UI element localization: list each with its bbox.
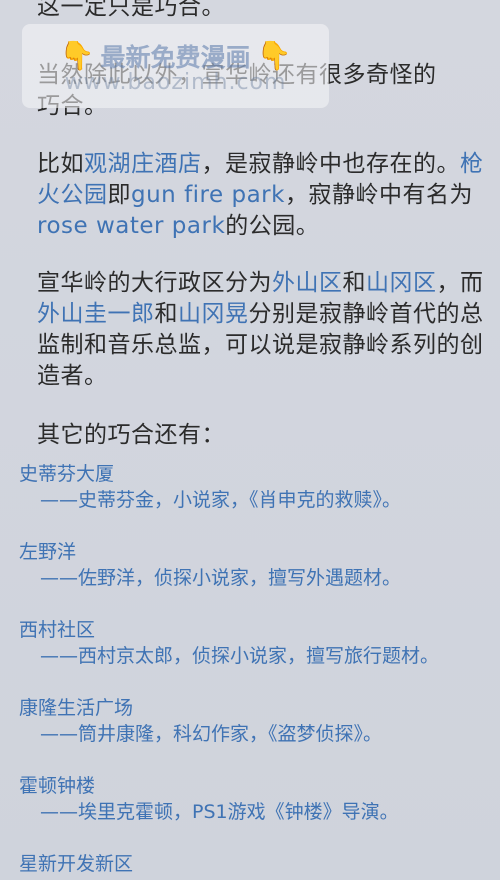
item-desc: ——佐野洋，侦探小说家，擅写外遇题材。 xyxy=(40,567,402,589)
link-yamaoka-akira: 山冈晃 xyxy=(178,301,249,327)
text-span: ，是寂静岭中也存在的。 xyxy=(201,151,460,177)
item-desc: ——筒井康隆，科幻作家，《盗梦侦探》。 xyxy=(40,723,383,745)
item-title: 左野洋 xyxy=(19,541,77,563)
item-title: 史蒂芬大厦 xyxy=(19,463,115,485)
watermark-title-row: 👇 最新免费漫画 👇 xyxy=(60,38,292,74)
item-title: 康隆生活广场 xyxy=(19,697,134,719)
link-guanhu-hotel: 观湖庄酒店 xyxy=(84,151,202,177)
link-rose-water-park: rose water park xyxy=(37,213,226,239)
text-span: 和 xyxy=(154,301,178,327)
paragraph-2: 比如观湖庄酒店，是寂静岭中也存在的。枪火公园即gun fire park，寂静岭… xyxy=(37,149,489,242)
text-span: 的公园。 xyxy=(225,213,320,239)
item-title: 西村社区 xyxy=(19,619,96,641)
item-desc: ——史蒂芬金，小说家，《肖申克的救赎》。 xyxy=(40,489,402,511)
text-span: 宣华岭的大行政区分为 xyxy=(37,270,272,296)
paragraph-3: 宣华岭的大行政区分为外山区和山冈区，而外山圭一郎和山冈晃分别是寂静岭首代的总监制… xyxy=(37,268,489,392)
link-gun-fire-park-en: gun fire park xyxy=(131,182,285,208)
watermark-banner[interactable]: 👇 最新免费漫画 👇 www.baozimh.com xyxy=(22,24,329,108)
link-shangang-district: 山冈区 xyxy=(366,270,437,296)
pointing-down-icon: 👇 xyxy=(59,39,95,72)
top-line: 这一定只是巧合。 xyxy=(37,0,225,20)
paragraph-4: 其它的巧合还有： xyxy=(37,422,225,448)
item-title: 星新开发新区 xyxy=(19,853,134,875)
item-desc: ——西村京太郎，侦探小说家，擅写旅行题材。 xyxy=(40,645,440,667)
comic-page: 这一定只是巧合。 当然除此以外，宣华岭还有很多奇怪的巧合。 👇 最新免费漫画 👇… xyxy=(0,0,500,880)
text-span: ，寂静岭中有名为 xyxy=(284,182,473,208)
text-span: 和 xyxy=(342,270,366,296)
watermark-title: 最新免费漫画 xyxy=(100,42,251,72)
link-toyama-keiichiro: 外山圭一郎 xyxy=(37,301,155,327)
pointing-down-icon: 👇 xyxy=(256,39,292,72)
item-title: 霍顿钟楼 xyxy=(19,775,96,797)
text-span: 比如 xyxy=(37,151,84,177)
watermark-url: www.baozimh.com xyxy=(64,69,287,95)
text-span: ，而 xyxy=(436,270,484,296)
item-desc: ——埃里克霍顿，PS1游戏《钟楼》导演。 xyxy=(40,801,399,823)
text-span: 即 xyxy=(107,182,131,208)
link-waishan-district: 外山区 xyxy=(272,270,343,296)
